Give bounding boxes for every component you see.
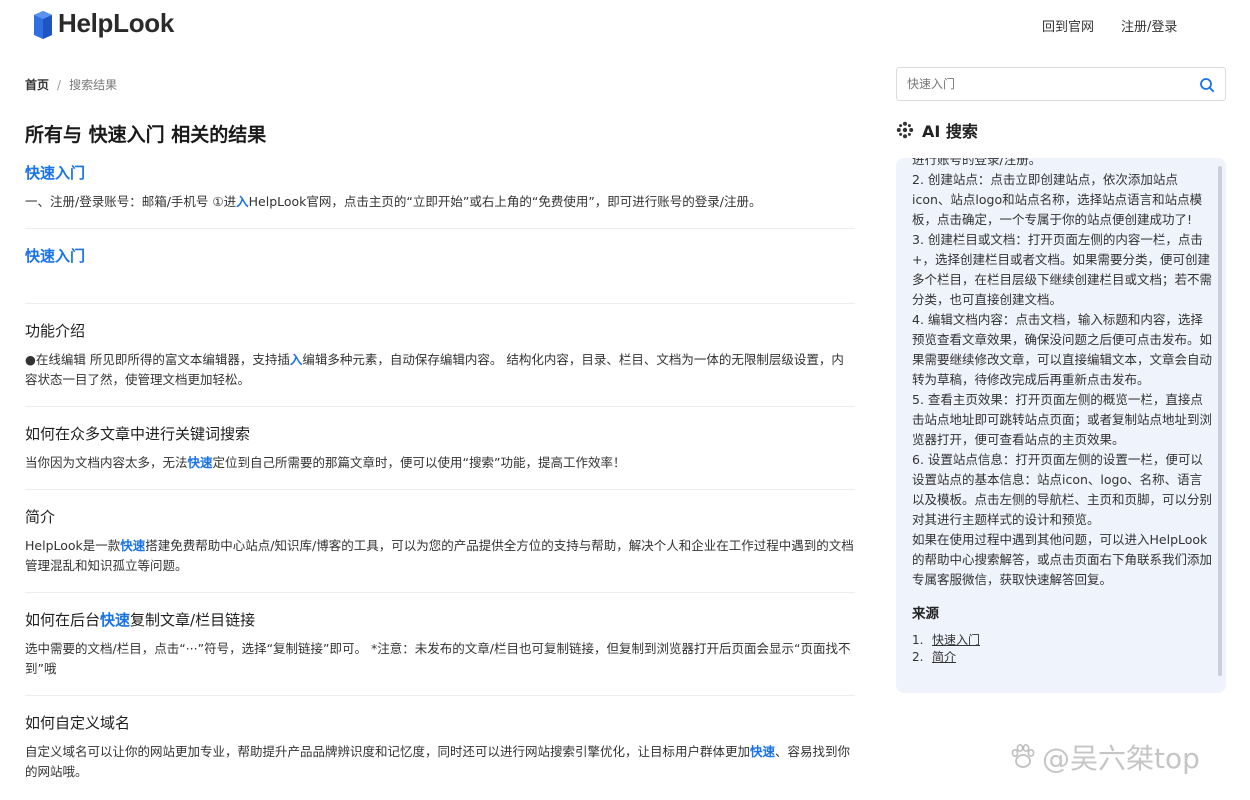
watermark: @吴六桀top — [1008, 737, 1200, 777]
search-icon[interactable] — [1199, 77, 1215, 93]
source-item: 1. 快速入门 — [912, 632, 1212, 649]
ai-answer-body: 进行账号的登录/注册。 2. 创建站点：点击立即创建站点，依次添加站点icon、站… — [912, 158, 1212, 666]
result-item: 如何在众多文章中进行关键词搜索 当你因为文档内容太多，无法快速定位到自己所需要的那… — [25, 423, 855, 490]
snippet-text: 当你因为文档内容太多，无法 — [25, 455, 188, 470]
result-title-link[interactable]: 快速入门 — [25, 245, 855, 267]
source-item: 2. 简介 — [912, 649, 1212, 666]
logo-icon — [34, 10, 52, 39]
ai-answer-paragraph: 6. 设置站点信息：打开页面左侧的设置一栏，便可以设置站点的基本信息：站点ico… — [912, 452, 1212, 527]
helplook-logo[interactable]: HelpLook — [32, 8, 174, 39]
snippet-text: 一、注册/登录账号：邮箱/手机号 ①进 — [25, 194, 237, 209]
watermark-text: @吴六桀top — [1042, 742, 1200, 775]
snippet-text: 搭建免费帮助中心站点/知识库/博客的工具，可以为您的产品提供全方位的支持与帮助，… — [25, 538, 854, 573]
result-snippet: 一、注册/登录账号：邮箱/手机号 ①进入HelpLook官网，点击主页的“立即开… — [25, 192, 855, 212]
result-snippet: 当你因为文档内容太多，无法快速定位到自己所需要的那篇文章时，便可以使用“搜索”功… — [25, 453, 855, 473]
ai-panel-scrollbar[interactable] — [1218, 166, 1222, 676]
source-link[interactable]: 快速入门 — [932, 632, 980, 649]
watermark-paw-icon — [1011, 743, 1035, 768]
top-header: HelpLook 回到官网 注册/登录 — [0, 0, 1250, 50]
snippet-highlight: 快速 — [187, 455, 213, 470]
result-item: 功能介绍 ●在线编辑 所见即所得的富文本编辑器，支持插入编辑多种元素，自动保存编辑… — [25, 320, 855, 407]
result-title-link[interactable]: 功能介绍 — [25, 320, 855, 342]
snippet-highlight: 入 — [289, 352, 303, 367]
search-input[interactable] — [907, 68, 1187, 100]
result-snippet: ●在线编辑 所见即所得的富文本编辑器，支持插入编辑多种元素，自动保存编辑内容。 … — [25, 350, 855, 390]
ai-answer-scroll[interactable]: 进行账号的登录/注册。 2. 创建站点：点击立即创建站点，依次添加站点icon、站… — [912, 158, 1212, 693]
result-title-link[interactable]: 简介 — [25, 506, 855, 528]
nav-login-link[interactable]: 注册/登录 — [1121, 16, 1177, 35]
result-snippet: HelpLook是一款快速搭建免费帮助中心站点/知识库/博客的工具，可以为您的产… — [25, 536, 855, 576]
logo-text: HelpLook — [58, 8, 175, 38]
source-link[interactable]: 简介 — [932, 649, 956, 666]
result-snippet: 自定义域名可以让你的网站更加专业，帮助提升产品品牌辨识度和记忆度，同时还可以进行… — [25, 742, 855, 782]
ai-answer-paragraph: 5. 查看主页效果：打开页面左侧的概览一栏，直接点击站点地址即可跳转站点页面；或… — [912, 392, 1212, 447]
result-title-link[interactable]: 如何在众多文章中进行关键词搜索 — [25, 423, 855, 445]
result-title-text: 如何在后台 — [25, 611, 101, 629]
nav-official-site-link[interactable]: 回到官网 — [1042, 16, 1094, 35]
snippet-highlight: 快速 — [120, 538, 146, 553]
sources-title: 来源 — [912, 606, 939, 622]
result-item: 简介 HelpLook是一款快速搭建免费帮助中心站点/知识库/博客的工具，可以为您… — [25, 506, 855, 593]
ai-answer-paragraph: 2. 创建站点：点击立即创建站点，依次添加站点icon、站点logo和站点名称，… — [912, 172, 1203, 227]
snippet-text: 定位到自己所需要的那篇文章时，便可以使用“搜索”功能，提高工作效率！ — [212, 455, 626, 470]
ai-answer-paragraph: 如果在使用过程中遇到其他问题，可以进入HelpLook的帮助中心搜索解答，或点击… — [912, 532, 1212, 587]
snippet-text: HelpLook官网，点击主页的“立即开始”或右上角的“免费使用”，即可进行账号… — [248, 194, 762, 209]
result-title-link[interactable]: 快速入门 — [25, 162, 855, 184]
breadcrumb-current: 搜索结果 — [69, 78, 118, 92]
result-item: 如何在后台快速复制文章/栏目链接选中需要的文档/栏目，点击“···”符号，选择“… — [25, 609, 855, 696]
result-title-link[interactable]: 如何在后台快速复制文章/栏目链接 — [25, 609, 855, 631]
search-results-list: 快速入门 一、注册/登录账号：邮箱/手机号 ①进入HelpLook官网，点击主页的… — [25, 162, 855, 800]
breadcrumb: 首页 / 搜索结果 — [25, 76, 117, 93]
snippet-text: 自定义域名可以让你的网站更加专业，帮助提升产品品牌辨识度和记忆度，同时还可以进行… — [25, 744, 751, 759]
result-title-text: 复制文章/栏目链接 — [130, 611, 256, 629]
search-box — [896, 67, 1226, 101]
source-number: 2. — [912, 650, 924, 664]
page-title: 所有与 快速入门 相关的结果 — [25, 124, 267, 146]
ai-search-header: AI 搜索 — [896, 118, 978, 142]
result-empty-snippet — [25, 267, 855, 287]
result-item: 如何自定义域名自定义域名可以让你的网站更加专业，帮助提升产品品牌辨识度和记忆度，… — [25, 712, 855, 798]
result-snippet: 选中需要的文档/栏目，点击“···”符号，选择“复制链接”即可。 *注意：未发布… — [25, 639, 855, 679]
snippet-text: 选中需要的文档/栏目，点击“···”符号，选择“复制链接”即可。 *注意：未发布… — [25, 641, 851, 676]
ai-search-title: AI 搜索 — [922, 122, 978, 141]
ai-sparkle-icon — [896, 121, 914, 139]
breadcrumb-home[interactable]: 首页 — [25, 76, 49, 93]
snippet-highlight: 快速 — [750, 744, 776, 759]
snippet-text: ●在线编辑 所见即所得的富文本编辑器，支持插 — [25, 352, 290, 367]
result-title-highlight: 快速 — [100, 611, 131, 629]
result-title-link[interactable]: 如何自定义域名 — [25, 712, 855, 734]
source-number: 1. — [912, 633, 924, 647]
ai-answer-paragraph: 4. 编辑文档内容：点击文档，输入标题和内容，选择预览查看文章效果，确保没问题之… — [912, 312, 1212, 387]
snippet-highlight: 入 — [236, 194, 249, 209]
ai-answer-paragraph: 3. 创建栏目或文档：打开页面左侧的内容一栏，点击+，选择创建栏目或者文档。如果… — [912, 232, 1212, 307]
breadcrumb-separator: / — [57, 77, 62, 92]
ai-answer-paragraph: 进行账号的登录/注册。 — [912, 158, 1042, 167]
ai-answer-panel: 进行账号的登录/注册。 2. 创建站点：点击立即创建站点，依次添加站点icon、站… — [896, 158, 1226, 693]
result-item: 快速入门一、注册/登录账号：邮箱/手机号 ①进入HelpLook官网，点击主页的… — [25, 162, 855, 229]
result-item: 快速入门 — [25, 245, 855, 304]
snippet-text: HelpLook是一款 — [25, 538, 121, 553]
